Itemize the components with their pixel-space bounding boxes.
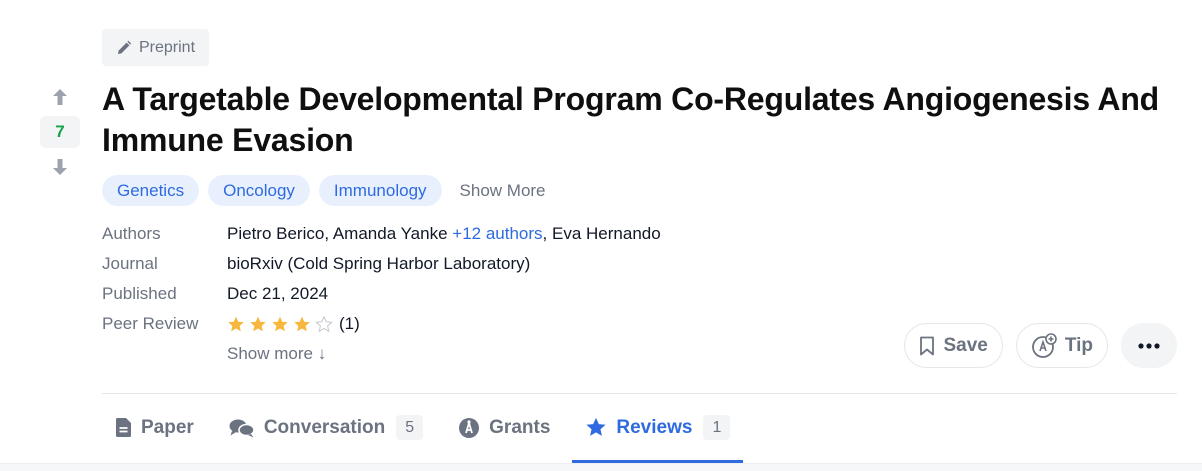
tag-oncology[interactable]: Oncology bbox=[208, 175, 310, 206]
author-link[interactable]: Pietro Berico, bbox=[227, 224, 329, 243]
authors-row: Authors Pietro Berico, Amanda Yanke +12 … bbox=[102, 219, 661, 249]
tab-label: Paper bbox=[141, 416, 194, 438]
published-value: Dec 21, 2024 bbox=[227, 284, 329, 303]
vote-widget: 7 bbox=[40, 86, 80, 178]
tip-button[interactable]: Tip bbox=[1015, 323, 1108, 368]
star-filled-icon bbox=[294, 316, 310, 331]
author-link[interactable]: Amanda Yanke bbox=[333, 224, 448, 243]
more-options-button[interactable] bbox=[1121, 323, 1177, 368]
tab-label: Conversation bbox=[263, 416, 386, 438]
authors-value: Pietro Berico, Amanda Yanke +12 authors,… bbox=[227, 224, 661, 244]
tab-paper[interactable]: Paper bbox=[102, 400, 207, 455]
peer-review-value[interactable]: (1) bbox=[227, 314, 360, 334]
ellipsis-icon bbox=[1138, 342, 1160, 349]
journal-label: Journal bbox=[102, 254, 158, 273]
star-filled-icon bbox=[272, 316, 288, 331]
downvote-button[interactable] bbox=[40, 156, 80, 178]
review-count: (1) bbox=[339, 314, 360, 333]
arrow-down-icon bbox=[53, 159, 67, 175]
bookmark-icon bbox=[920, 336, 935, 355]
preprint-badge: Preprint bbox=[102, 29, 210, 66]
comments-icon bbox=[229, 419, 255, 437]
journal-row: Journal bioRxiv (Cold Spring Harbor Labo… bbox=[102, 249, 661, 279]
show-more-link[interactable]: Show more ↓ bbox=[227, 339, 661, 369]
grant-icon bbox=[459, 417, 480, 438]
show-more-tags-link[interactable]: Show More bbox=[460, 181, 546, 201]
arrow-up-icon bbox=[53, 89, 67, 105]
section-divider bbox=[102, 393, 1177, 394]
tab-count-badge: 5 bbox=[396, 415, 424, 440]
tag-genetics[interactable]: Genetics bbox=[102, 175, 200, 206]
tag-immunology[interactable]: Immunology bbox=[318, 175, 442, 206]
star-rating bbox=[227, 315, 333, 333]
tab-reviews[interactable]: Reviews 1 bbox=[572, 400, 744, 463]
save-label: Save bbox=[943, 334, 988, 356]
page-title: A Targetable Developmental Program Co-Re… bbox=[102, 81, 1160, 158]
document-icon bbox=[116, 418, 131, 437]
tip-label: Tip bbox=[1064, 334, 1093, 356]
content-area-top bbox=[0, 463, 1202, 471]
tip-coin-icon bbox=[1031, 332, 1057, 358]
star-filled-icon bbox=[250, 316, 266, 331]
author-link[interactable]: Eva Hernando bbox=[552, 224, 661, 243]
peer-review-row: Peer Review (1) bbox=[102, 309, 661, 339]
peer-review-label: Peer Review bbox=[102, 314, 199, 333]
star-empty-icon bbox=[315, 315, 333, 332]
tab-label: Grants bbox=[489, 416, 551, 438]
author-separator: , bbox=[542, 224, 548, 243]
save-button[interactable]: Save bbox=[904, 323, 1003, 368]
star-filled-icon bbox=[228, 316, 244, 331]
published-row: Published Dec 21, 2024 bbox=[102, 279, 661, 309]
paper-tabs: Paper Conversation 5 Grants Reviews 1 bbox=[102, 400, 744, 463]
paper-metadata: Authors Pietro Berico, Amanda Yanke +12 … bbox=[102, 219, 661, 369]
published-label: Published bbox=[102, 284, 177, 303]
vote-count: 7 bbox=[40, 116, 80, 148]
tab-conversation[interactable]: Conversation 5 bbox=[216, 400, 436, 455]
journal-value[interactable]: bioRxiv (Cold Spring Harbor Laboratory) bbox=[227, 254, 530, 274]
paper-actions: Save Tip bbox=[904, 323, 1177, 368]
tab-grants[interactable]: Grants bbox=[445, 400, 563, 455]
pencil-icon bbox=[118, 40, 132, 54]
more-authors-link[interactable]: +12 authors bbox=[452, 224, 542, 243]
preprint-label: Preprint bbox=[139, 38, 196, 56]
tag-list: Genetics Oncology Immunology Show More bbox=[102, 175, 546, 206]
authors-label: Authors bbox=[102, 224, 161, 243]
tab-count-badge: 1 bbox=[703, 415, 731, 440]
upvote-button[interactable] bbox=[40, 86, 80, 108]
tab-label: Reviews bbox=[616, 416, 693, 438]
star-icon bbox=[586, 417, 606, 436]
